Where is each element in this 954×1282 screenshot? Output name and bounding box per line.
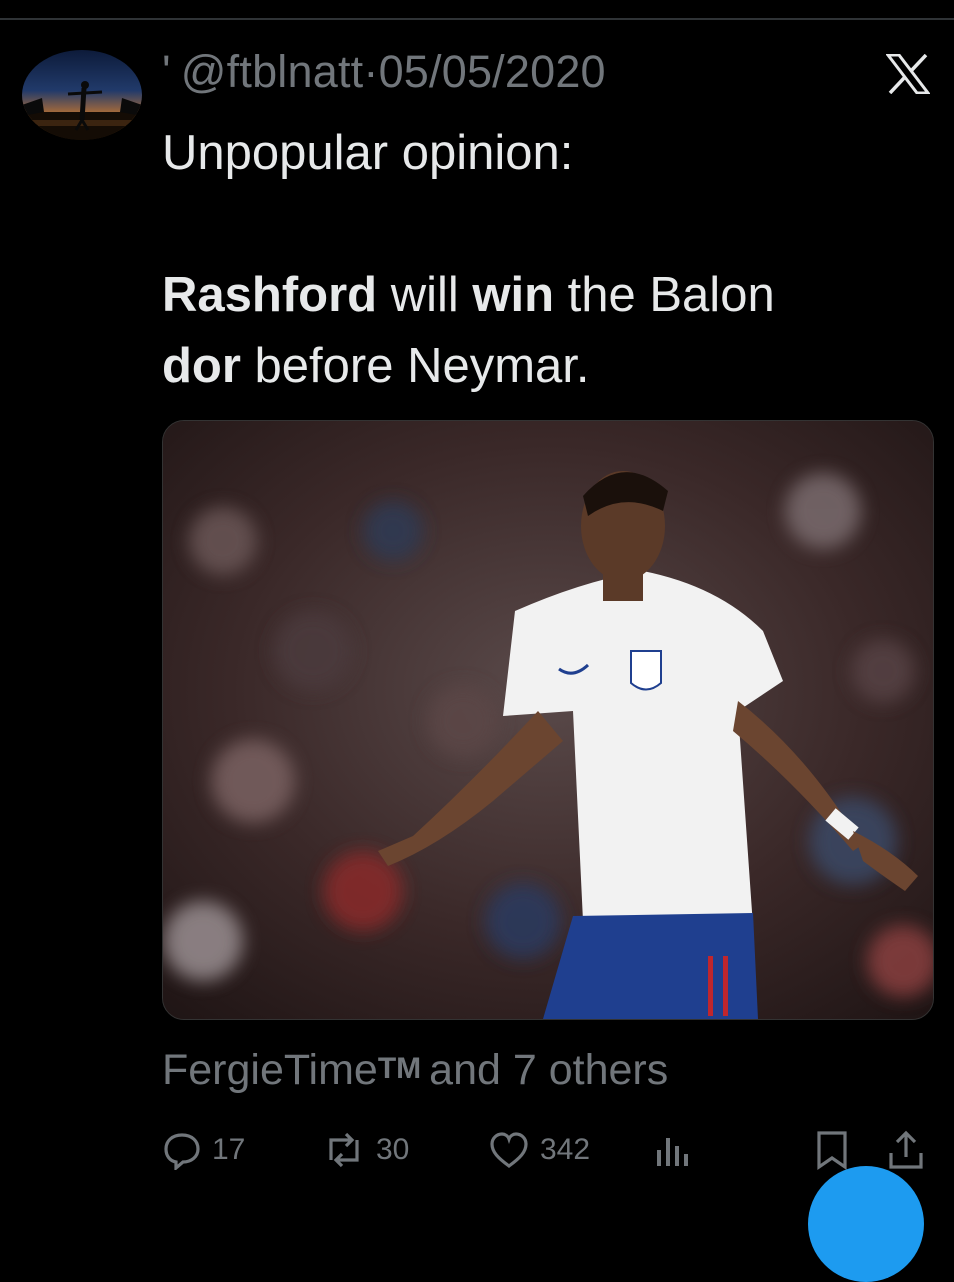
tweet-line-2: Rashford will win the Balon dor before Ne… [162,260,922,402]
avatar[interactable] [22,50,142,140]
text-before-neymar: before Neymar. [240,339,590,393]
tweet-line-1: Unpopular opinion: [162,126,574,180]
text-will: will [377,268,473,322]
compose-fab-button[interactable] [808,1166,924,1282]
reply-count: 17 [212,1133,246,1166]
meta-separator: · [363,46,379,97]
x-logo-icon [884,53,932,95]
bold-win: win [472,268,555,322]
footballer-photo [163,421,933,1019]
heart-icon [488,1130,530,1170]
like-button[interactable]: 342 [488,1126,590,1174]
text-the-balon: the Balon [554,268,775,322]
liked-by-line[interactable]: FergieTimeTM and 7 others [162,1046,668,1095]
tweet-meta: ' @ftblnatt·05/05/2020 [162,46,606,98]
handle-prefix: ' [162,46,171,97]
bookmark-button[interactable] [814,1126,850,1174]
liker-name: FergieTime [162,1046,378,1094]
tweet-text: Unpopular opinion: Rashford will win the… [162,118,922,402]
share-button[interactable] [886,1126,926,1174]
top-divider [0,18,954,20]
share-icon [886,1129,926,1171]
bookmark-icon [814,1129,850,1171]
views-icon [654,1130,690,1170]
reply-button[interactable]: 17 [162,1126,245,1174]
bold-dor: dor [162,339,241,393]
repost-button[interactable]: 30 [322,1126,409,1174]
author-handle[interactable]: @ftblnatt [181,46,364,97]
like-count: 342 [540,1133,591,1166]
liker-rest: and 7 others [429,1046,669,1094]
views-button[interactable] [654,1126,690,1174]
tweet-date[interactable]: 05/05/2020 [379,46,606,97]
liker-tm-badge: TM [377,1052,422,1085]
action-bar: 17 30 342 [0,1126,954,1174]
repost-icon [322,1130,366,1170]
bold-rashford: Rashford [162,268,378,322]
tweet-media-image[interactable] [162,420,934,1020]
reply-icon [162,1130,202,1170]
avatar-image [22,81,142,140]
repost-count: 30 [376,1133,410,1166]
